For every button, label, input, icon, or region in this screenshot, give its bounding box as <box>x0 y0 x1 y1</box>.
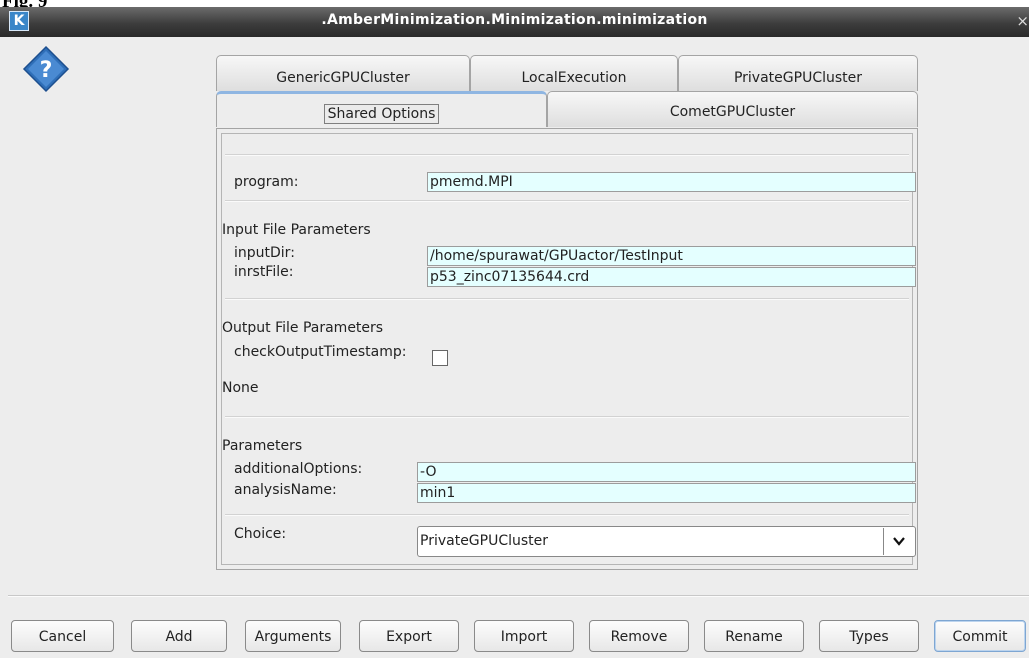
tab-label: LocalExecution <box>521 70 627 86</box>
analysisname-label: analysisName: <box>234 482 337 498</box>
inrstfile-label: inrstFile: <box>234 264 294 280</box>
window-title: .AmberMinimization.Minimization.minimiza… <box>321 12 708 28</box>
export-button[interactable]: Export <box>359 620 459 652</box>
additionaloptions-label: additionalOptions: <box>234 461 363 477</box>
dialog-body: ? GenericGPUCluster LocalExecution Priva… <box>0 37 1029 658</box>
tab-localexecution[interactable]: LocalExecution <box>470 55 678 91</box>
tab-shared-options[interactable]: Shared Options <box>216 91 547 127</box>
help-icon: ? <box>22 45 70 93</box>
divider <box>225 200 909 202</box>
tab-label: GenericGPUCluster <box>276 70 410 86</box>
tab-privategpucluster[interactable]: PrivateGPUCluster <box>678 55 918 91</box>
button-bar-divider <box>8 595 1029 597</box>
tab-cometgpucluster[interactable]: CometGPUCluster <box>547 91 918 127</box>
input-file-parameters-heading: Input File Parameters <box>222 222 371 238</box>
add-button[interactable]: Add <box>131 620 227 652</box>
tab-genericgpucluster[interactable]: GenericGPUCluster <box>216 55 470 91</box>
title-bar: K .AmberMinimization.Minimization.minimi… <box>0 7 1029 37</box>
chevron-down-icon <box>893 537 905 546</box>
svg-text:?: ? <box>40 58 53 83</box>
inrstfile-field[interactable]: p53_zinc07135644.crd <box>427 267 916 287</box>
divider <box>225 416 909 418</box>
types-button[interactable]: Types <box>819 620 919 652</box>
program-field[interactable]: pmemd.MPI <box>427 172 916 192</box>
close-icon[interactable]: × <box>1016 12 1029 30</box>
none-label: None <box>222 380 259 396</box>
divider <box>225 514 909 516</box>
rename-button[interactable]: Rename <box>704 620 804 652</box>
commit-button[interactable]: Commit <box>934 620 1026 652</box>
import-button[interactable]: Import <box>474 620 574 652</box>
shared-options-panel: program: pmemd.MPI Input File Parameters… <box>216 128 918 570</box>
remove-button[interactable]: Remove <box>589 620 689 652</box>
divider <box>225 298 909 300</box>
inputdir-label: inputDir: <box>234 245 295 261</box>
checkoutputtimestamp-label: checkOutputTimestamp: <box>234 344 407 360</box>
checkoutputtimestamp-checkbox[interactable] <box>432 350 448 366</box>
tab-label: PrivateGPUCluster <box>733 70 863 86</box>
arguments-button[interactable]: Arguments <box>245 620 341 652</box>
choice-value: PrivateGPUCluster <box>420 533 549 549</box>
divider <box>225 154 909 156</box>
cancel-button[interactable]: Cancel <box>11 620 114 652</box>
choice-select[interactable]: PrivateGPUCluster <box>417 526 916 557</box>
program-label: program: <box>234 174 299 190</box>
dropdown-button[interactable] <box>883 528 914 555</box>
analysisname-field[interactable]: min1 <box>417 483 916 503</box>
parameters-heading: Parameters <box>222 438 303 454</box>
tab-label: CometGPUCluster <box>669 104 796 120</box>
additionaloptions-field[interactable]: -O <box>417 462 916 482</box>
tab-label: Shared Options <box>323 104 440 124</box>
inputdir-field[interactable]: /home/spurawat/GPUactor/TestInput <box>427 246 916 266</box>
output-file-parameters-heading: Output File Parameters <box>222 320 384 336</box>
choice-label: Choice: <box>234 526 287 542</box>
options-form: program: pmemd.MPI Input File Parameters… <box>221 133 916 565</box>
